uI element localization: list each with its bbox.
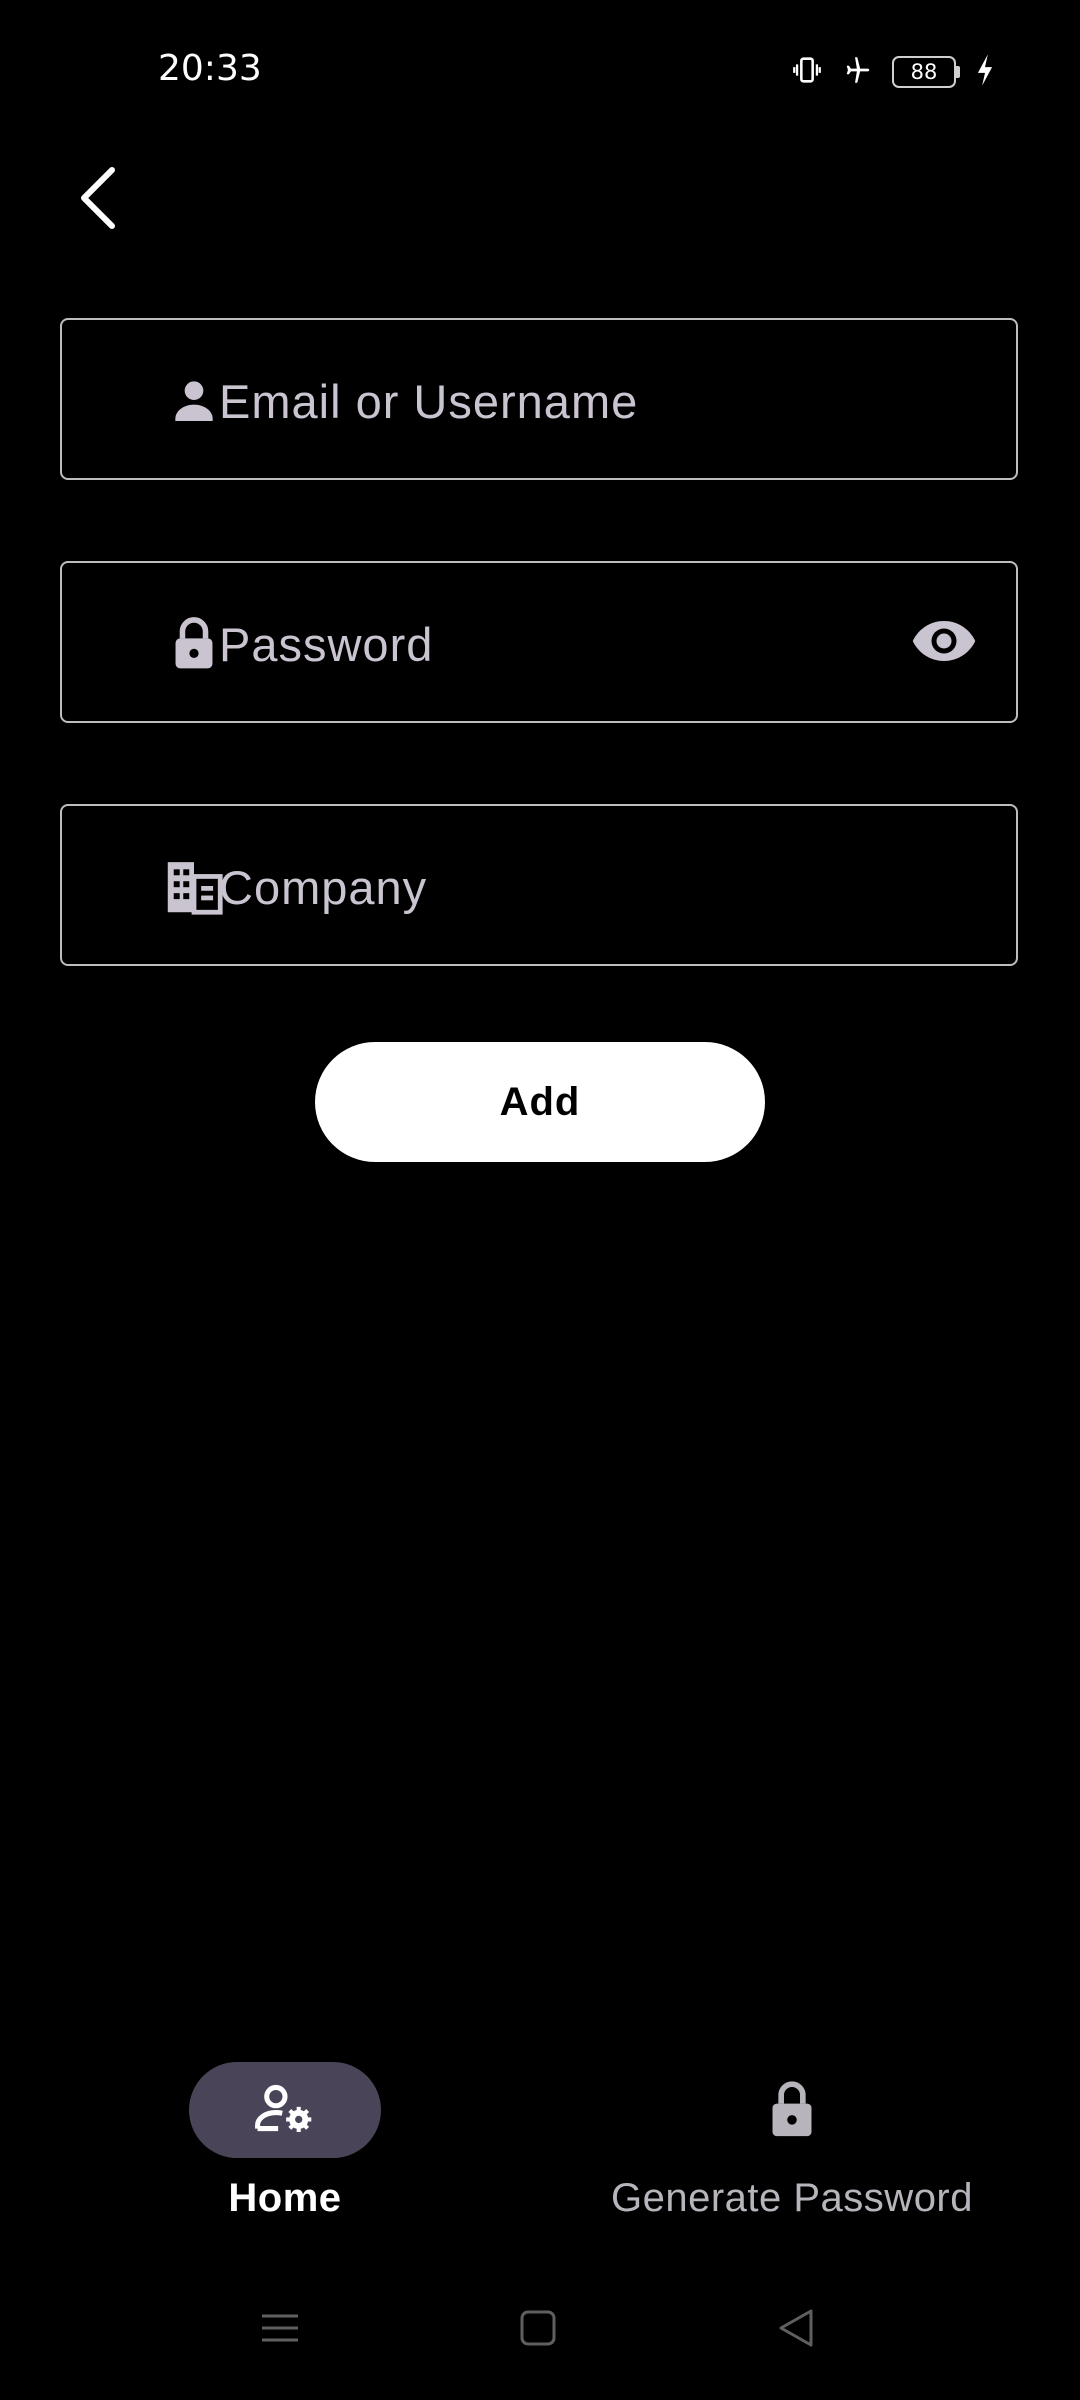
airplane-mode-icon [838, 53, 878, 92]
company-field[interactable] [60, 804, 1018, 966]
status-icons: 88 [790, 50, 996, 94]
password-input[interactable] [217, 603, 901, 685]
menu-icon [260, 2308, 300, 2353]
charging-icon [974, 53, 996, 92]
email-field[interactable] [60, 318, 1018, 480]
status-time: 20:33 [158, 48, 262, 89]
vibrate-icon [790, 53, 824, 92]
nav-label-generate-password: Generate Password [610, 2176, 973, 2220]
nav-pill-generate-password [696, 2062, 888, 2158]
battery-icon: 88 [892, 56, 960, 88]
lock-icon [766, 2075, 818, 2146]
nav-pill-home [189, 2062, 381, 2158]
eye-icon [909, 616, 979, 671]
toggle-password-visibility-button[interactable] [902, 601, 986, 685]
chevron-left-icon [78, 166, 118, 235]
company-input[interactable] [217, 846, 901, 928]
back-button[interactable] [62, 164, 134, 236]
back-triangle-icon [775, 2307, 817, 2354]
add-button[interactable]: Add [315, 1042, 765, 1162]
nav-label-home: Home [228, 2176, 342, 2220]
user-settings-icon [253, 2080, 317, 2141]
nav-item-generate-password[interactable]: Generate Password [522, 2062, 1062, 2242]
system-menu-button[interactable] [250, 2300, 310, 2360]
battery-level: 88 [910, 60, 938, 84]
home-square-icon [518, 2308, 558, 2353]
system-home-button[interactable] [508, 2300, 568, 2360]
password-field[interactable] [60, 561, 1018, 723]
email-input[interactable] [217, 360, 901, 442]
system-back-button[interactable] [766, 2300, 826, 2360]
nav-item-home[interactable]: Home [15, 2062, 555, 2242]
